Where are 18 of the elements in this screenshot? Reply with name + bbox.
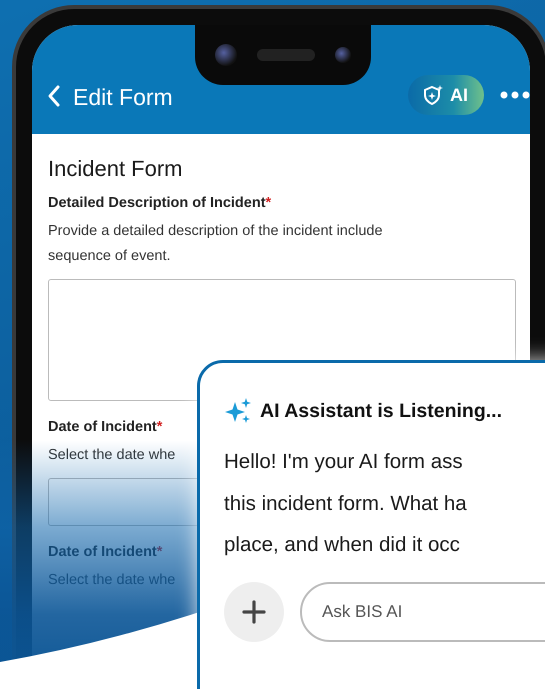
ask-input-field[interactable]: Ask BIS AI [300, 582, 545, 642]
more-icon[interactable] [500, 91, 530, 99]
assistant-message-line: place, and when did it occ [224, 532, 461, 558]
plus-icon [242, 600, 266, 624]
form-title: Incident Form [48, 156, 184, 182]
field-hint: Select the date whe [48, 446, 176, 465]
ai-button[interactable]: AI [408, 75, 484, 115]
screen-title: Edit Form [73, 84, 174, 111]
sparkle-icon [224, 397, 252, 425]
field-label: Date of Incident* [48, 544, 162, 560]
field-label: Detailed Description of Incident* [48, 195, 272, 211]
assistant-title: AI Assistant is Listening... [260, 400, 502, 422]
back-icon[interactable] [47, 84, 61, 108]
field-label: Date of Incident* [48, 419, 162, 435]
assistant-message-line: Hello! I'm your AI form ass [224, 449, 464, 475]
field-hint: Provide a detailed description of the incident include sequence of event. [48, 222, 384, 266]
shield-sparkle-icon [422, 84, 444, 106]
assistant-message-line: this incident form. What ha [224, 490, 468, 516]
